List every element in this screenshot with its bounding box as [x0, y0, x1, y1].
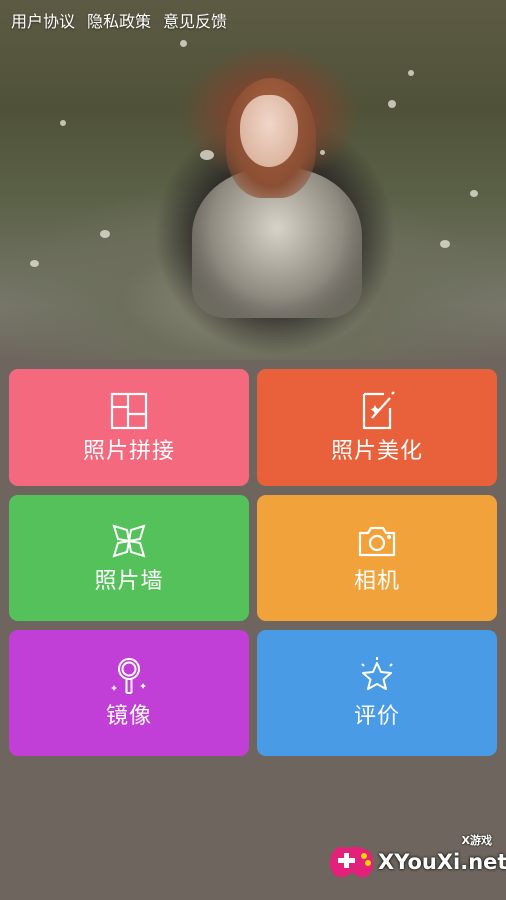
top-links: 用户协议 隐私政策 意见反馈: [11, 12, 227, 32]
bokeh-dot: [60, 120, 66, 126]
star-icon: [356, 655, 398, 697]
feedback-link[interactable]: 意见反馈: [163, 12, 227, 32]
mirror-tile[interactable]: 镜像: [9, 630, 249, 756]
bokeh-dot: [30, 260, 39, 267]
rate-label: 评价: [353, 704, 400, 729]
rate-tile[interactable]: 评价: [257, 630, 497, 756]
bokeh-dot: [100, 230, 110, 238]
user-agreement-link[interactable]: 用户协议: [11, 12, 75, 32]
bokeh-dot: [408, 70, 414, 76]
privacy-policy-link[interactable]: 隐私政策: [87, 12, 151, 32]
collage-grid-icon: [108, 390, 150, 432]
bokeh-dot: [320, 150, 325, 155]
bokeh-dot: [440, 240, 450, 248]
hero-photo: [0, 0, 506, 360]
watermark: X游戏 XYouXi.net: [326, 830, 506, 890]
mirror-label: 镜像: [105, 704, 152, 729]
bokeh-dot: [388, 100, 396, 108]
collage-label: 照片拼接: [82, 438, 175, 464]
watermark-tag: X游戏: [461, 834, 492, 847]
collage-tile[interactable]: 照片拼接: [9, 369, 249, 486]
beautify-tile[interactable]: 照片美化: [257, 369, 497, 486]
photo-wall-tile[interactable]: 照片墙: [9, 495, 249, 621]
camera-label: 相机: [353, 569, 400, 594]
bokeh-dot: [200, 150, 214, 160]
camera-tile[interactable]: 相机: [257, 495, 497, 621]
photo-wall-label: 照片墙: [94, 569, 164, 594]
camera-icon: [356, 520, 398, 562]
magic-wand-photo-icon: [356, 390, 398, 432]
photo-subject-face: [240, 95, 298, 167]
photo-wall-icon: [108, 520, 150, 562]
gamepad-logo-icon: [326, 840, 378, 884]
bokeh-dot: [180, 40, 187, 47]
hand-mirror-icon: [108, 655, 150, 697]
beautify-label: 照片美化: [330, 438, 423, 464]
watermark-site: XYouXi.net: [378, 850, 506, 874]
bokeh-dot: [470, 190, 478, 197]
